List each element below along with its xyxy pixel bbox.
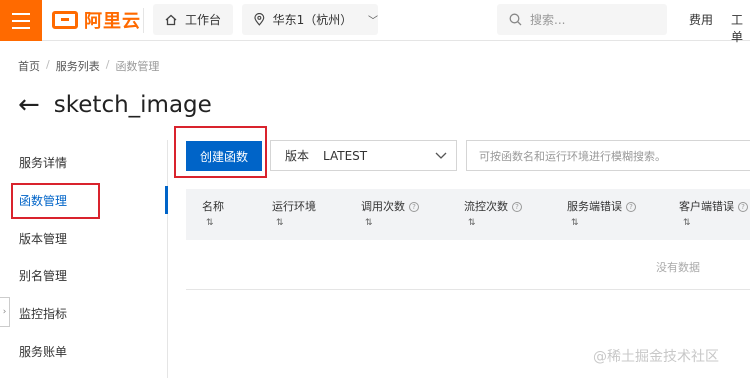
column-header-throttles[interactable]: 流控次数? ⇅ [464, 198, 522, 228]
back-arrow-icon[interactable]: ← [18, 92, 40, 118]
page-title: sketch_image [53, 92, 212, 118]
breadcrumb-current: 函数管理 [115, 60, 160, 73]
breadcrumb-home[interactable]: 首页 [18, 58, 40, 74]
chevron-down-icon: ﹀ [368, 16, 378, 27]
column-label: 客户端错误 [679, 200, 734, 213]
brand-logo[interactable]: 阿里云 [52, 8, 141, 32]
function-search-input[interactable]: 可按函数名和运行环境进行模糊搜索。 [466, 140, 750, 171]
column-label: 名称 [202, 200, 224, 213]
sort-icon[interactable]: ⇅ [272, 218, 316, 228]
help-icon[interactable]: ? [512, 202, 522, 212]
highlight-box-create [174, 126, 267, 178]
global-search-input[interactable]: 搜索... [497, 4, 667, 35]
sidebar-item-monitoring[interactable]: 监控指标 [19, 305, 67, 322]
column-label: 运行环境 [272, 200, 316, 213]
help-icon[interactable]: ? [409, 202, 419, 212]
search-placeholder: 搜索... [530, 13, 566, 27]
sidebar-active-indicator [165, 186, 168, 214]
chevron-down-icon [435, 152, 447, 159]
top-bar: 阿里云 工作台 华东1（杭州） ﹀ 搜索... 费用 工单 [0, 0, 750, 44]
empty-state-text: 没有数据 [656, 261, 700, 274]
workbench-label: 工作台 [185, 13, 222, 27]
sort-icon[interactable]: ⇅ [679, 218, 748, 228]
sort-icon[interactable]: ⇅ [464, 218, 522, 228]
column-header-name[interactable]: 名称 ⇅ [202, 198, 224, 228]
sort-icon[interactable]: ⇅ [202, 218, 224, 228]
sort-icon[interactable]: ⇅ [361, 218, 419, 228]
region-label: 华东1（杭州） [272, 13, 353, 27]
divider [143, 8, 144, 33]
breadcrumb: 首页 / 服务列表 / 函数管理 [18, 58, 159, 74]
function-search-placeholder: 可按函数名和运行环境进行模糊搜索。 [479, 149, 666, 163]
home-icon [165, 14, 177, 25]
menu-icon[interactable] [0, 0, 42, 41]
column-label: 调用次数 [361, 200, 405, 213]
column-header-server-errors[interactable]: 服务端错误? ⇅ [567, 198, 636, 228]
search-icon [509, 13, 522, 26]
sidebar-item-billing[interactable]: 服务账单 [19, 343, 67, 360]
location-pin-icon [254, 13, 265, 26]
region-selector[interactable]: 华东1（杭州） ﹀ [242, 4, 378, 35]
breadcrumb-services[interactable]: 服务列表 [56, 58, 100, 74]
column-label: 服务端错误 [567, 200, 622, 213]
breadcrumb-separator: / [105, 58, 110, 71]
sidebar-item-alias-management[interactable]: 别名管理 [19, 267, 67, 284]
column-header-invocations[interactable]: 调用次数? ⇅ [361, 198, 419, 228]
watermark: @稀土掘金技术社区 [593, 349, 719, 365]
version-select[interactable]: 版本 LATEST [270, 140, 457, 171]
highlight-box-sidebar [11, 183, 100, 219]
sidebar-item-version-management[interactable]: 版本管理 [19, 230, 67, 247]
nav-link-tickets[interactable]: 工单 [731, 11, 750, 45]
logo-text: 阿里云 [84, 11, 141, 32]
sidebar-item-service-details[interactable]: 服务详情 [19, 154, 67, 171]
sidebar-collapse-icon[interactable]: › [0, 297, 10, 327]
sidebar: 服务详情 函数管理 版本管理 别名管理 监控指标 服务账单 [0, 140, 168, 378]
table-header: 名称 ⇅ 运行环境 ⇅ 调用次数? ⇅ 流控次数? ⇅ 服务端错误? ⇅ 客户端… [186, 189, 750, 240]
nav-link-billing[interactable]: 费用 [689, 11, 713, 28]
column-label: 流控次数 [464, 200, 508, 213]
page-header: ← sketch_image [18, 92, 212, 118]
workbench-button[interactable]: 工作台 [153, 4, 233, 35]
help-icon[interactable]: ? [626, 202, 636, 212]
column-header-runtime[interactable]: 运行环境 ⇅ [272, 198, 316, 228]
breadcrumb-separator: / [46, 58, 50, 71]
sort-icon[interactable]: ⇅ [567, 218, 636, 228]
aliyun-logo-icon [52, 11, 78, 29]
version-select-value: LATEST [323, 148, 368, 163]
column-header-client-errors[interactable]: 客户端错误? ⇅ [679, 198, 748, 228]
help-icon[interactable]: ? [738, 202, 748, 212]
version-select-label: 版本 [285, 149, 310, 163]
